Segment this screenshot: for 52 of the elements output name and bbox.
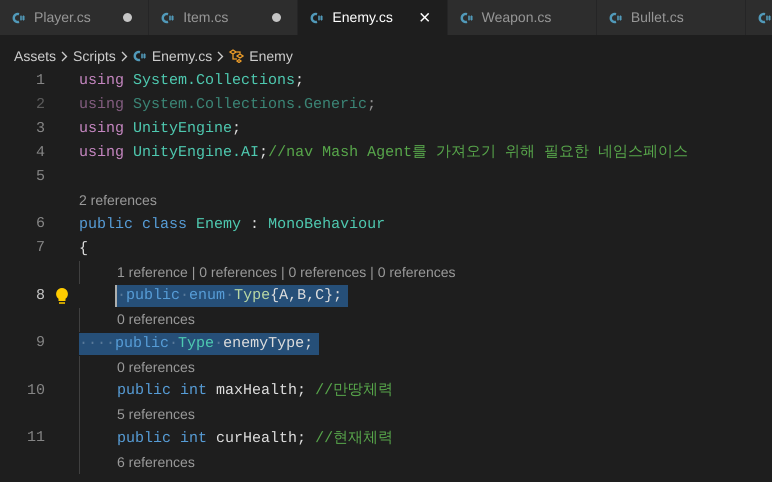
line-number: 5 [34, 166, 45, 187]
close-button[interactable]: × [418, 8, 431, 28]
editor-tab[interactable]: Bullet.cs [596, 0, 746, 35]
code-line: public class Enemy : MonoBehaviour [79, 214, 386, 234]
code-line: using UnityEngine; [79, 119, 242, 139]
chevron-right-icon [120, 50, 128, 62]
line-number: 9 [34, 333, 45, 354]
breadcrumb-item[interactable]: Enemy.cs [152, 46, 212, 66]
code-line: using System.Collections; [79, 71, 304, 91]
codelens-references[interactable]: 6 references [117, 452, 195, 473]
tab-label: Item.cs [183, 8, 230, 27]
csharp-file-icon [161, 12, 176, 24]
codelens-references[interactable]: 0 references [117, 356, 195, 378]
tab-label: Weapon.cs [482, 8, 552, 27]
code-line: using UnityEngine.AI;//nav Mash Agent를 가져오기 위해 필요한 네임스페이스 [79, 143, 688, 163]
class-symbol-icon [229, 49, 244, 63]
codelens-references[interactable]: 2 references [79, 190, 157, 212]
code-line: public int curHealth; //현재체력 [117, 428, 394, 448]
editor-tab[interactable]: Weapon.cs [448, 0, 597, 35]
line-number: 11 [26, 428, 45, 448]
code-line: { [79, 238, 88, 258]
tab-label: Enemy.cs [332, 8, 394, 27]
line-number: 8 [34, 286, 45, 306]
breadcrumb-item[interactable]: Scripts [73, 46, 116, 66]
csharp-file-icon [132, 50, 147, 62]
csharp-file-icon [758, 12, 772, 24]
chevron-right-icon [217, 50, 224, 62]
editor-tab[interactable]: Player.cs [0, 0, 150, 35]
line-number: 2 [34, 94, 45, 115]
editor-tab[interactable]: Item.cs [149, 0, 298, 35]
csharp-file-icon [608, 12, 623, 24]
csharp-file-icon [460, 12, 474, 24]
tab-label: Bullet.cs [630, 8, 685, 27]
codelens-references[interactable]: 5 references [117, 404, 195, 426]
line-number: 1 [34, 70, 45, 91]
csharp-file-icon [12, 12, 26, 24]
line-number: 10 [26, 380, 45, 401]
line-number: 3 [34, 118, 45, 139]
csharp-file-icon [310, 12, 324, 24]
line-number: 4 [34, 142, 45, 163]
line-number: 7 [34, 238, 45, 258]
breadcrumb-item[interactable]: Assets [14, 46, 56, 66]
code-line: using System.Collections.Generic; [79, 95, 376, 115]
tab-label: Player.cs [34, 8, 92, 27]
codelens-references[interactable]: 1 reference | 0 references | 0 references | 0 references [117, 262, 456, 283]
breadcrumb-item[interactable]: Enemy [249, 46, 293, 66]
editor-tab[interactable]: Enemy.cs × [298, 0, 448, 35]
chevron-right-icon [61, 50, 68, 62]
codelens-references[interactable]: 0 references [117, 309, 195, 330]
code-line: public int maxHealth; //만땅체력 [117, 381, 394, 401]
lightbulb-icon[interactable] [55, 287, 69, 305]
line-number: 6 [34, 214, 45, 234]
